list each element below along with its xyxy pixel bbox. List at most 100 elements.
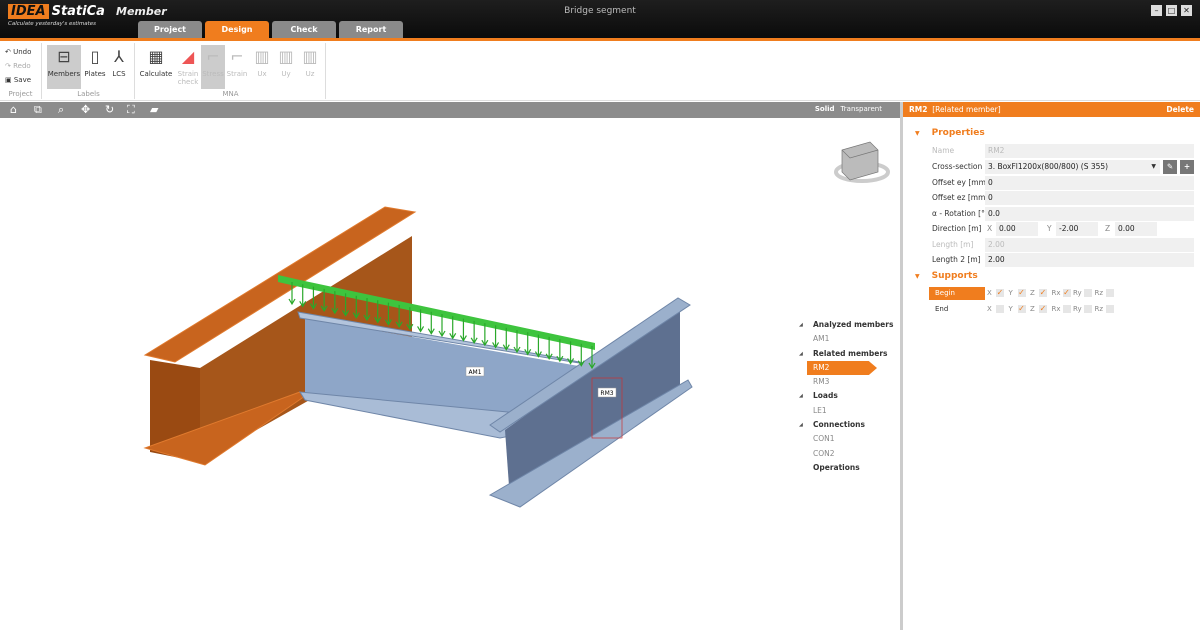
axis-label: Rz (1094, 289, 1104, 297)
axis-label: Z (1030, 305, 1035, 313)
undo-button[interactable]: ↶ Undo (5, 48, 31, 56)
view-toolbar: ⌂ ⧉ ⌕ ✥ ↻ ⛶ ▰ Solid Transparent (0, 102, 900, 118)
axis-label: Y (1008, 289, 1013, 297)
lcs-icon: ⅄ (114, 47, 124, 66)
tree-item-am1[interactable]: AM1 (798, 332, 898, 346)
support-x-checkbox[interactable] (996, 305, 1004, 313)
tree-item-le1[interactable]: LE1 (798, 404, 898, 418)
zoom-icon[interactable]: ⌕ (58, 103, 64, 117)
3d-viewport[interactable]: AM1 RM3 Analyzed membersAM1Related membe… (0, 118, 900, 630)
support-row-begin: Begin X ✓ Y ✓ Z ✓ Rx ✓ Ry Rz (929, 287, 1199, 300)
tagline: Calculate yesterday's estimates (8, 21, 97, 27)
length2-field[interactable]: Length 2 [m] 2.00 (929, 253, 1194, 267)
edit-icon[interactable]: ✎ (1163, 160, 1177, 174)
home-icon[interactable]: ⌂ (10, 103, 17, 116)
support-z-checkbox[interactable]: ✓ (1039, 289, 1047, 297)
add-icon[interactable]: + (1180, 160, 1194, 174)
rotation-field[interactable]: α - Rotation [°] 0.0 (929, 207, 1194, 221)
minimize-button[interactable]: – (1151, 5, 1162, 16)
offset-ez-field[interactable]: Offset ez [mm] 0 (929, 191, 1194, 205)
delete-button[interactable]: Delete (1166, 102, 1194, 117)
close-button[interactable]: ✕ (1181, 5, 1192, 16)
support-y-checkbox[interactable]: ✓ (1017, 289, 1026, 297)
length-field: Length [m] 2.00 (929, 238, 1194, 252)
members-icon: ⊟ (57, 47, 71, 66)
group-labels: ⊟ Members ▯ Plates ⅄ LCS Labels (43, 43, 135, 99)
uy-button[interactable]: ▥ Uy (274, 45, 298, 89)
support-rx-checkbox[interactable]: ✓ (1062, 289, 1071, 297)
pan-icon[interactable]: ✥ (81, 103, 90, 116)
uy-icon: ▥ (278, 47, 294, 66)
strain-icon: ⌐ (230, 47, 244, 66)
rotate-icon[interactable]: ↻ (105, 103, 114, 116)
ux-button[interactable]: ▥ Ux (250, 45, 274, 89)
tree-item-connections[interactable]: Connections (798, 418, 898, 432)
group-label: MNA (222, 90, 239, 98)
properties-section[interactable]: Properties (915, 128, 985, 138)
uz-icon: ▥ (302, 47, 318, 66)
tree-item-related-members[interactable]: Related members (798, 347, 898, 361)
properties-panel: Properties NameRM2 Cross-section3. BoxFl… (903, 117, 1200, 630)
redo-button[interactable]: ↷ Redo (5, 62, 31, 70)
support-rz-checkbox[interactable] (1105, 289, 1114, 297)
tree-item-analyzed-members[interactable]: Analyzed members (798, 318, 898, 332)
section-icon[interactable]: ▰ (150, 103, 158, 116)
lcs-button[interactable]: ⅄ LCS (107, 45, 131, 89)
support-rz-checkbox[interactable] (1105, 305, 1114, 313)
axis-label: Y (1008, 305, 1013, 313)
tree-item-rm2[interactable]: RM2 (807, 360, 877, 376)
supports-section[interactable]: Supports (915, 271, 978, 281)
cross-section-select[interactable]: Cross-section 3. BoxFl1200x(800/800) (S 3… (929, 160, 1194, 174)
support-z-checkbox[interactable]: ✓ (1039, 305, 1047, 313)
axis-label: Rz (1094, 305, 1104, 313)
support-name[interactable]: Begin (929, 287, 985, 300)
tab-design[interactable]: Design (205, 21, 269, 38)
save-button[interactable]: ▣ Save (5, 76, 31, 84)
direction-fields: Direction [m] X 0.00 Y -2.00 Z 0.00 (929, 222, 1194, 236)
zoom-window-icon[interactable]: ⧉ (34, 103, 42, 117)
tab-report[interactable]: Report (339, 21, 403, 38)
tree-item-loads[interactable]: Loads (798, 389, 898, 403)
support-rx-checkbox[interactable] (1062, 305, 1071, 313)
tab-check[interactable]: Check (272, 21, 336, 38)
offset-ey-field[interactable]: Offset ey [mm] 0 (929, 176, 1194, 190)
calculate-button[interactable]: ▦ Calculate (138, 45, 174, 89)
tree-item-con1[interactable]: CON1 (798, 432, 898, 446)
axis-label: X (987, 305, 992, 313)
axis-label: Rx (1051, 289, 1061, 297)
tree-item-operations[interactable]: Operations (798, 461, 898, 475)
strain-button[interactable]: ⌐ Strain (225, 45, 249, 89)
ux-icon: ▥ (254, 47, 270, 66)
tree-item-con2[interactable]: CON2 (798, 447, 898, 461)
strain-check-button[interactable]: ◢ Strain check (176, 45, 200, 89)
strain-check-icon: ◢ (181, 47, 195, 66)
model-tree: Analyzed membersAM1Related membersRM2RM3… (798, 318, 898, 475)
scene[interactable]: AM1 RM3 (0, 118, 900, 630)
support-name[interactable]: End (929, 303, 985, 316)
direction-y-input[interactable]: -2.00 (1056, 222, 1098, 236)
solid-button[interactable]: Solid (815, 105, 835, 113)
support-x-checkbox[interactable]: ✓ (996, 289, 1004, 297)
transparent-button[interactable]: Transparent (841, 105, 882, 113)
support-ry-checkbox[interactable] (1084, 305, 1092, 313)
tab-project[interactable]: Project (138, 21, 202, 38)
ribbon: ↶ Undo ↷ Redo ▣ Save Project ⊟ Members ▯ P… (0, 41, 1200, 101)
fit-icon[interactable]: ⛶ (127, 103, 135, 117)
direction-z-input[interactable]: 0.00 (1115, 222, 1157, 236)
stress-button[interactable]: ⌐ Stress (201, 45, 225, 89)
plates-icon: ▯ (90, 47, 100, 66)
direction-x-input[interactable]: 0.00 (996, 222, 1038, 236)
maximize-button[interactable]: □ (1166, 5, 1177, 16)
tree-item-rm3[interactable]: RM3 (798, 375, 898, 389)
support-y-checkbox[interactable]: ✓ (1017, 305, 1026, 313)
group-label: Project (8, 90, 33, 98)
svg-text:RM3: RM3 (600, 390, 613, 397)
axis-label: Ry (1073, 289, 1082, 297)
axis-label: X (987, 289, 992, 297)
group-label: Labels (77, 90, 100, 98)
members-button[interactable]: ⊟ Members (47, 45, 81, 89)
view-cube[interactable] (834, 141, 890, 183)
plates-button[interactable]: ▯ Plates (83, 45, 107, 89)
uz-button[interactable]: ▥ Uz (298, 45, 322, 89)
support-ry-checkbox[interactable] (1084, 289, 1092, 297)
